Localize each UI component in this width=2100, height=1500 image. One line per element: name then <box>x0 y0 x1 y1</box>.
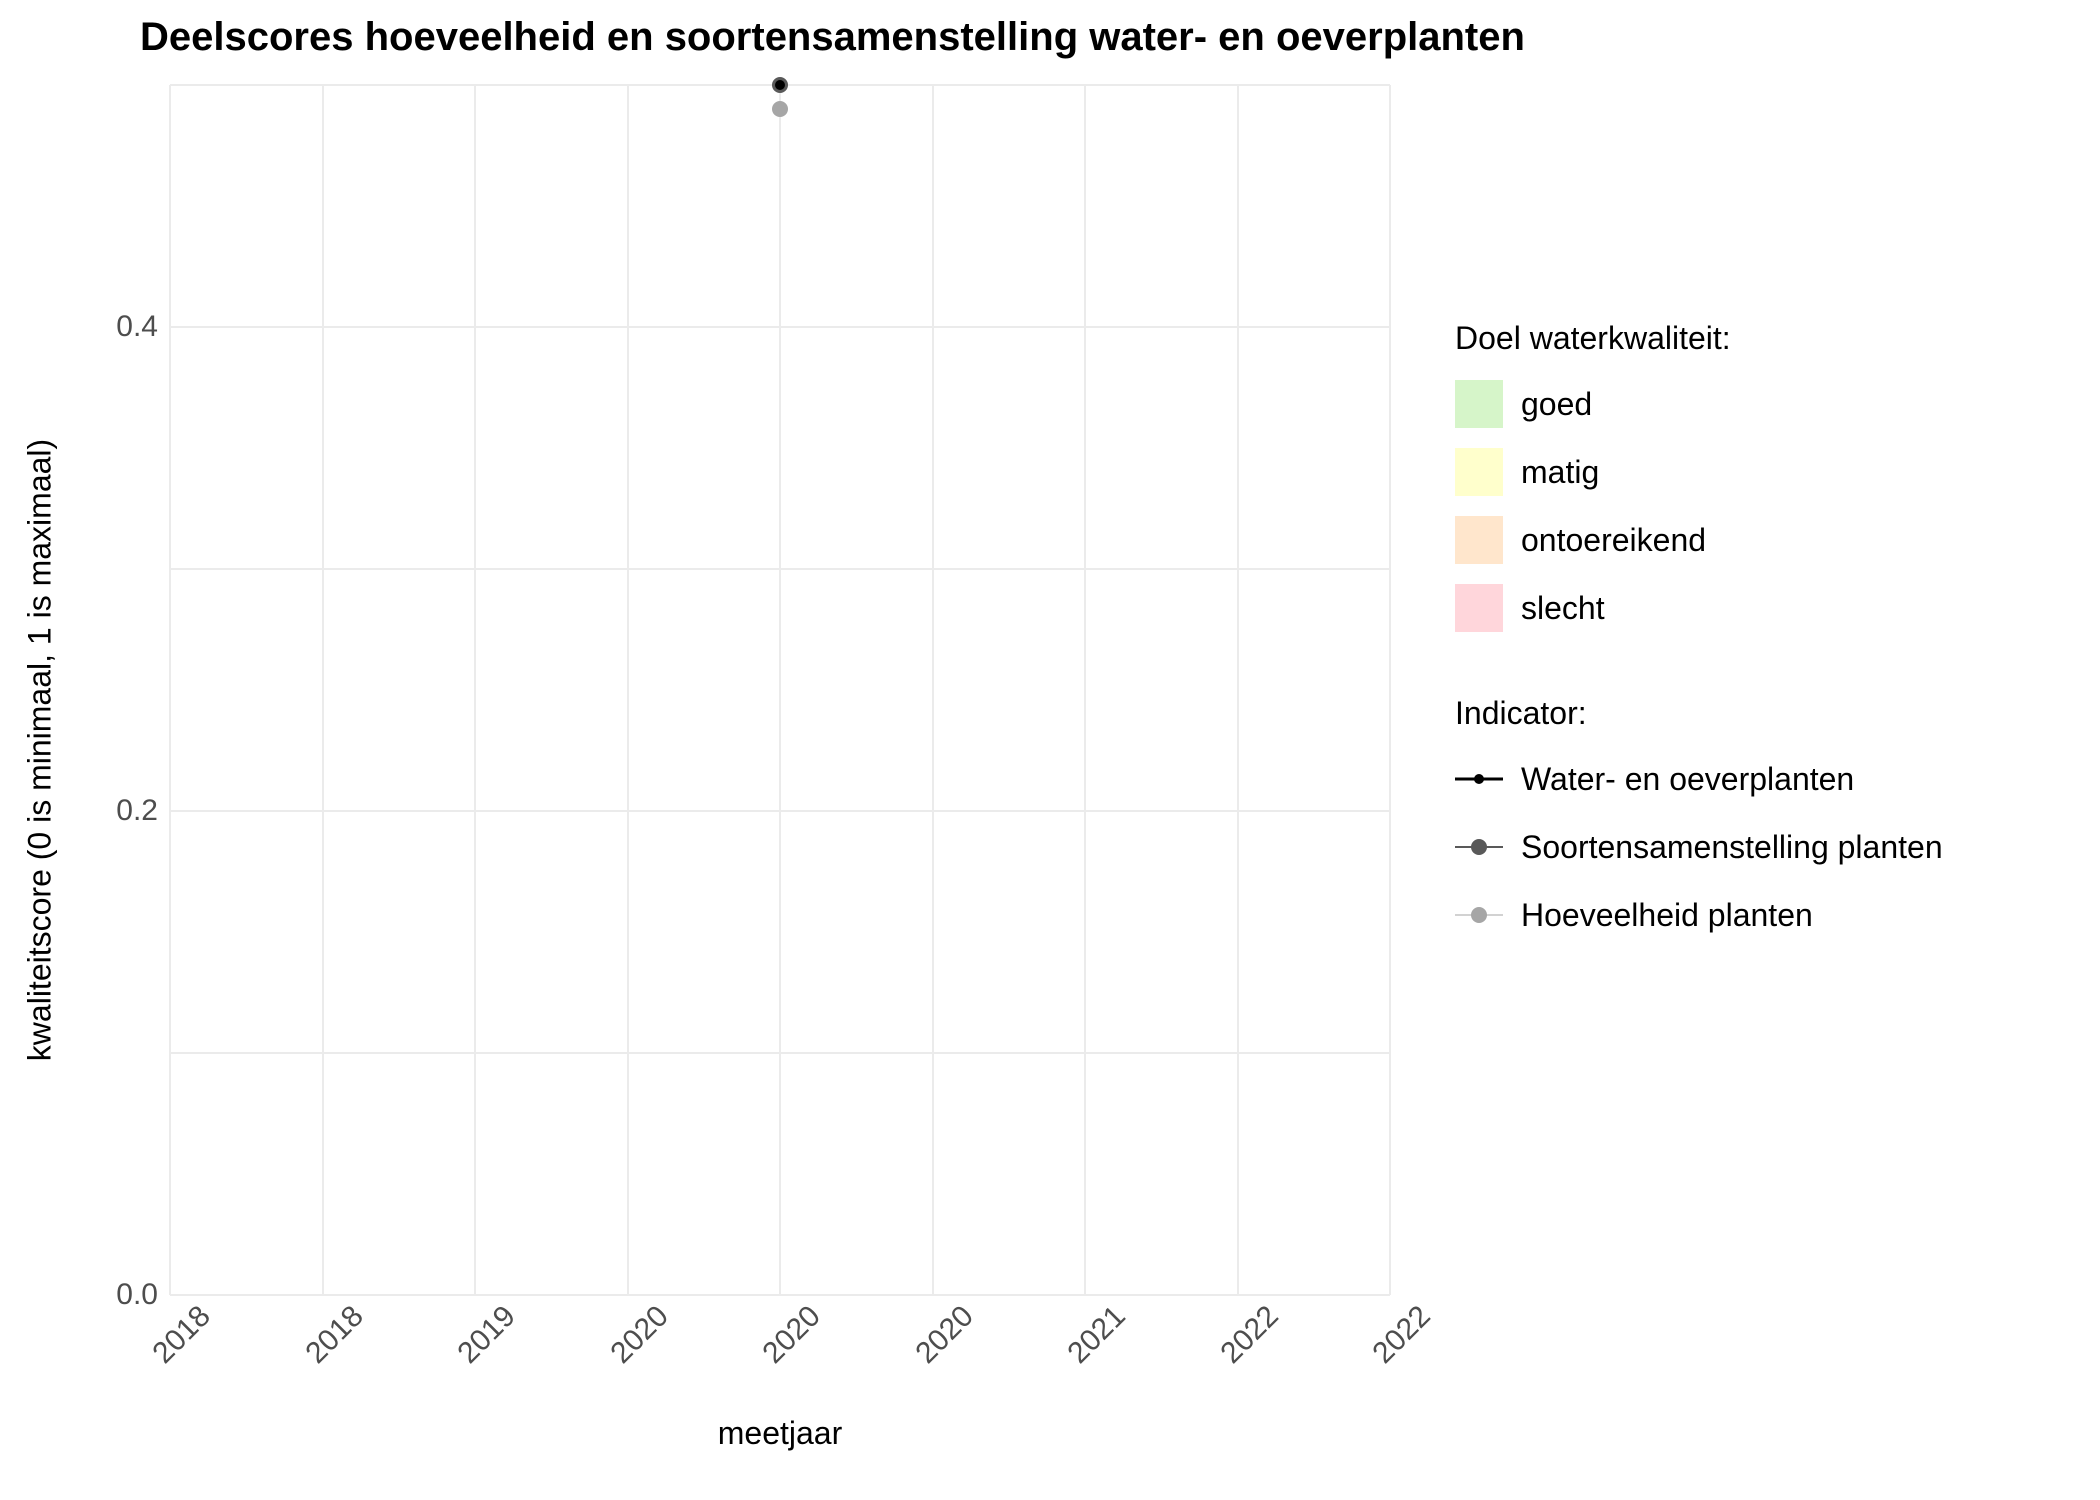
legend-item: Hoeveelheid planten <box>1455 888 1943 942</box>
data-point <box>775 80 785 90</box>
legend-item: goed <box>1455 377 1943 431</box>
legend-indicator-swatch <box>1455 755 1503 803</box>
gridline-horizontal <box>170 1294 1390 1296</box>
gridline-vertical <box>779 85 781 1295</box>
chart-container: Deelscores hoeveelheid en soortensamenst… <box>0 0 2100 1500</box>
legend-bands-list: goed matig ontoereikend slecht <box>1455 377 1943 635</box>
legend-group-indicator: Indicator: Water- en oeverplanten Soorten… <box>1455 695 1943 942</box>
gridline-horizontal <box>170 1052 1390 1054</box>
x-tick-label: 2020 <box>756 1299 827 1370</box>
x-tick-label: 2018 <box>299 1299 370 1370</box>
x-axis-label: meetjaar <box>718 1415 843 1452</box>
legend-label: ontoereikend <box>1521 522 1706 559</box>
legend-indicator-swatch <box>1455 891 1503 939</box>
gridline-vertical <box>1084 85 1086 1295</box>
gridline-horizontal <box>170 568 1390 570</box>
legend-title-indicator: Indicator: <box>1455 695 1943 732</box>
data-point <box>772 101 788 117</box>
x-tick-label: 2020 <box>909 1299 980 1370</box>
legend-label: Water- en oeverplanten <box>1521 761 1854 798</box>
gridline-vertical <box>1389 85 1391 1295</box>
legend-point-icon <box>1471 907 1487 923</box>
x-tick-label: 2021 <box>1061 1299 1132 1370</box>
chart-title: Deelscores hoeveelheid en soortensamenst… <box>140 15 1525 60</box>
gridline-vertical <box>474 85 476 1295</box>
x-tick-label: 2019 <box>451 1299 522 1370</box>
legend-indicators-list: Water- en oeverplanten Soortensamenstelli… <box>1455 752 1943 942</box>
x-tick-label: 2022 <box>1214 1299 1285 1370</box>
legend-item: matig <box>1455 445 1943 499</box>
legend-label: slecht <box>1521 590 1605 627</box>
legend-label: Soortensamenstelling planten <box>1521 829 1943 866</box>
legend-swatch <box>1455 448 1503 496</box>
y-tick-label: 0.4 <box>116 310 158 344</box>
x-tick-label: 2020 <box>604 1299 675 1370</box>
legend-label: matig <box>1521 454 1599 491</box>
legend-title-quality: Doel waterkwaliteit: <box>1455 320 1943 357</box>
y-axis-label: kwaliteitscore (0 is minimaal, 1 is maxi… <box>22 439 59 1061</box>
gridline-vertical <box>627 85 629 1295</box>
legend-point-icon <box>1474 774 1484 784</box>
legend-label: goed <box>1521 386 1592 423</box>
y-tick-label: 0.0 <box>116 1278 158 1312</box>
gridline-horizontal <box>170 810 1390 812</box>
gridline-vertical <box>1237 85 1239 1295</box>
legend-point-icon <box>1471 839 1487 855</box>
gridline-horizontal <box>170 326 1390 328</box>
legend-item: slecht <box>1455 581 1943 635</box>
gridline-vertical <box>169 85 171 1295</box>
legend-swatch <box>1455 516 1503 564</box>
legend-item: Soortensamenstelling planten <box>1455 820 1943 874</box>
legend-indicator-swatch <box>1455 823 1503 871</box>
legend-item: ontoereikend <box>1455 513 1943 567</box>
legend: Doel waterkwaliteit: goed matig ontoereike… <box>1455 320 1943 1002</box>
plot-area: 2018201820192020202020202021202220220.00… <box>170 85 1390 1295</box>
gridline-vertical <box>322 85 324 1295</box>
legend-swatch <box>1455 584 1503 632</box>
legend-label: Hoeveelheid planten <box>1521 897 1813 934</box>
legend-item: Water- en oeverplanten <box>1455 752 1943 806</box>
x-tick-label: 2022 <box>1366 1299 1437 1370</box>
legend-swatch <box>1455 380 1503 428</box>
gridline-vertical <box>932 85 934 1295</box>
legend-group-quality: Doel waterkwaliteit: goed matig ontoereike… <box>1455 320 1943 635</box>
y-tick-label: 0.2 <box>116 794 158 828</box>
